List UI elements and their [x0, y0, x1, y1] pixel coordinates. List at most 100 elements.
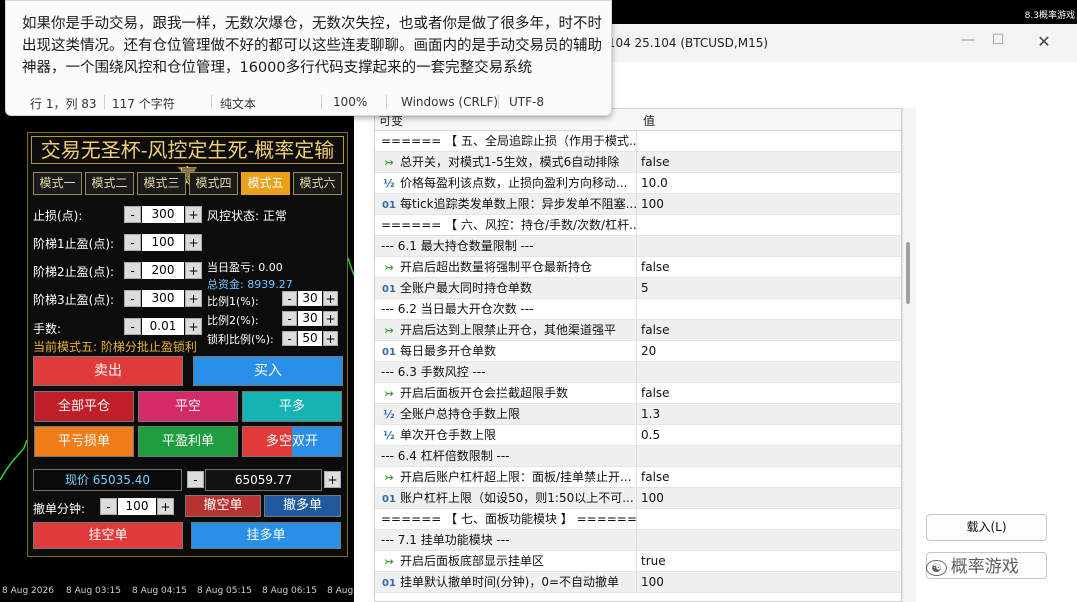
table-row[interactable]: ↣ 开启后超出数量将强制平仓最新持仓 false — [375, 257, 901, 278]
tp2-minus-button[interactable]: - — [124, 262, 141, 279]
value-cell[interactable]: false — [638, 467, 901, 488]
cancel-minutes-minus-button[interactable]: - — [100, 498, 117, 515]
close-loss-button[interactable]: 平亏损单 — [34, 426, 134, 457]
mode-button-6[interactable]: 模式六 — [293, 172, 342, 195]
table-row[interactable]: ↣ 开启后达到上限禁止开仓，其他渠道强平 false — [375, 320, 901, 341]
close-long-button[interactable]: 平多 — [242, 391, 342, 422]
tp2-plus-button[interactable]: + — [185, 262, 202, 279]
value-cell[interactable]: 0.5 — [638, 425, 901, 446]
value-cell[interactable]: false — [638, 152, 901, 173]
table-row[interactable]: --- 7.1 挂单功能模块 --- — [375, 530, 901, 551]
sl-input[interactable]: 300 — [142, 206, 184, 223]
pending-price-plus-button[interactable]: + — [324, 471, 341, 488]
tp1-minus-button[interactable]: - — [124, 234, 141, 251]
ratio2-input[interactable]: 30 — [298, 311, 322, 326]
value-cell[interactable] — [638, 131, 901, 152]
pending-sell-button[interactable]: 挂空单 — [33, 522, 183, 549]
ratio2-minus-button[interactable]: - — [282, 311, 297, 326]
table-row[interactable]: --- 6.3 手数风控 --- — [375, 362, 901, 383]
table-row[interactable]: 01 账户杠杆上限（如设50，则1:50以上不可... 100 — [375, 488, 901, 509]
mode-button-1[interactable]: 模式一 — [33, 172, 82, 195]
mode-button-3[interactable]: 模式三 — [137, 172, 186, 195]
table-row[interactable]: ====== 【 五、全局追踪止损（作用于模式... — [375, 131, 901, 152]
tp1-plus-button[interactable]: + — [185, 234, 202, 251]
lock-ratio-input[interactable]: 50 — [298, 331, 322, 346]
tp3-input[interactable]: 300 — [142, 290, 184, 307]
lots-input[interactable]: 0.01 — [142, 318, 184, 335]
value-cell[interactable] — [638, 362, 901, 383]
table-row[interactable]: ↣ 开启后面板开仓会拦截超限手数 false — [375, 383, 901, 404]
value-cell[interactable]: false — [638, 257, 901, 278]
value-cell[interactable]: false — [638, 320, 901, 341]
value-cell[interactable]: 5 — [638, 278, 901, 299]
pending-buy-button[interactable]: 挂多单 — [191, 522, 341, 549]
table-row[interactable]: ½ 价格每盈利该点数，止损向盈利方向移动... 10.0 — [375, 173, 901, 194]
sl-minus-button[interactable]: - — [124, 206, 141, 223]
table-row[interactable]: ↣ 总开关，对模式1-5生效，模式6自动排除 false — [375, 152, 901, 173]
table-row[interactable]: ↣ 开启后面板底部显示挂单区 true — [375, 551, 901, 572]
ratio2-plus-button[interactable]: + — [323, 311, 338, 326]
value-cell[interactable] — [638, 299, 901, 320]
value-cell[interactable] — [638, 446, 901, 467]
lots-plus-button[interactable]: + — [185, 318, 202, 335]
table-row[interactable]: ====== 【 七、面板功能模块 】 ====== — [375, 509, 901, 530]
pending-price-input[interactable]: 65059.77 — [205, 469, 322, 491]
value-cell[interactable]: 10.0 — [638, 173, 901, 194]
hedge-button[interactable]: 多空双开 — [242, 426, 342, 457]
ratio1-minus-button[interactable]: - — [282, 291, 297, 306]
tp3-plus-button[interactable]: + — [185, 290, 202, 307]
close-short-button[interactable]: 平空 — [138, 391, 238, 422]
lock-ratio-plus-button[interactable]: + — [323, 331, 338, 346]
value-cell[interactable]: 1.3 — [638, 404, 901, 425]
value-cell[interactable]: 100 — [638, 572, 901, 593]
table-row[interactable]: --- 6.4 杠杆倍数限制 --- — [375, 446, 901, 467]
table-row[interactable]: 01 全账户最大同时持仓单数 5 — [375, 278, 901, 299]
inputs-grid[interactable]: 可变 值 ====== 【 五、全局追踪止损（作用于模式... ↣ 总开关，对模式1… — [374, 108, 902, 602]
value-cell[interactable]: 20 — [638, 341, 901, 362]
cancel-minutes-plus-button[interactable]: + — [157, 498, 174, 515]
table-row[interactable]: ↣ 开启后账户杠杆超上限：面板/挂单禁止开... false — [375, 467, 901, 488]
scrollbar-thumb[interactable] — [906, 242, 910, 304]
value-cell[interactable]: false — [638, 383, 901, 404]
pending-price-minus-button[interactable]: - — [187, 471, 204, 488]
grid-scrollbar[interactable] — [902, 108, 916, 602]
close-icon[interactable]: ✕ — [1030, 32, 1058, 51]
minimize-icon[interactable]: — — [954, 32, 982, 48]
value-cell[interactable]: 100 — [638, 488, 901, 509]
tp2-input[interactable]: 200 — [142, 262, 184, 279]
table-row[interactable]: 01 每tick追踪类发单数上限：异步发单不阻塞... 100 — [375, 194, 901, 215]
table-row[interactable]: --- 6.2 当日最大开仓次数 --- — [375, 299, 901, 320]
maximize-icon[interactable]: ☐ — [984, 32, 1012, 48]
load-button[interactable]: 载入(L) — [926, 514, 1047, 541]
table-row[interactable]: ½ 单次开仓手数上限 0.5 — [375, 425, 901, 446]
value-cell[interactable] — [638, 236, 901, 257]
mode-button-4[interactable]: 模式四 — [189, 172, 238, 195]
close-profit-button[interactable]: 平盈利单 — [138, 426, 238, 457]
close-all-button[interactable]: 全部平仓 — [34, 391, 134, 422]
cancel-sell-button[interactable]: 撤空单 — [185, 495, 261, 517]
table-row[interactable]: ½ 全账户总持仓手数上限 1.3 — [375, 404, 901, 425]
table-row[interactable]: 01 挂单默认撤单时间(分钟)，0=不自动撤单 100 — [375, 572, 901, 593]
buy-button[interactable]: 买入 — [193, 356, 343, 386]
ratio1-input[interactable]: 30 — [298, 291, 322, 306]
table-row[interactable]: 01 每日最多开仓单数 20 — [375, 341, 901, 362]
value-cell[interactable] — [638, 530, 901, 551]
value-cell[interactable] — [638, 509, 901, 530]
sl-plus-button[interactable]: + — [185, 206, 202, 223]
tp3-minus-button[interactable]: - — [124, 290, 141, 307]
table-row[interactable]: --- 6.1 最大持仓数量限制 --- — [375, 236, 901, 257]
column-value[interactable]: 值 — [643, 112, 655, 129]
value-cell[interactable]: true — [638, 551, 901, 572]
lock-ratio-minus-button[interactable]: - — [282, 331, 297, 346]
cancel-buy-button[interactable]: 撤多单 — [264, 495, 341, 517]
value-cell[interactable] — [638, 215, 901, 236]
mode-button-2[interactable]: 模式二 — [85, 172, 134, 195]
value-cell[interactable]: 100 — [638, 194, 901, 215]
table-row[interactable]: ====== 【 六、风控：持仓/手数/次数/杠杆... — [375, 215, 901, 236]
tp1-input[interactable]: 100 — [142, 234, 184, 251]
lots-minus-button[interactable]: - — [124, 318, 141, 335]
ratio1-plus-button[interactable]: + — [323, 291, 338, 306]
notepad-text[interactable]: 如果你是手动交易，跟我一样，无数次爆仓，无数次失控，也或者你是做了很多年，时不时… — [22, 13, 612, 79]
cancel-minutes-input[interactable]: 100 — [118, 498, 156, 515]
sell-button[interactable]: 卖出 — [33, 356, 183, 386]
